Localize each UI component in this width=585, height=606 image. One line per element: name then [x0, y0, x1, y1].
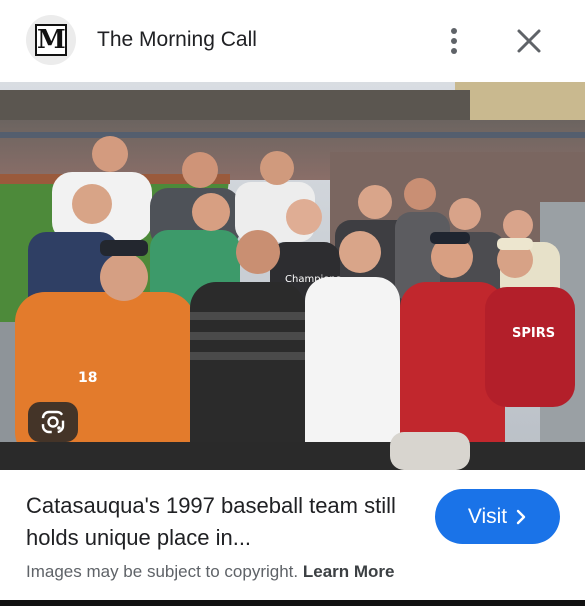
article-title[interactable]: Catasauqua's 1997 baseball team still ho… [26, 490, 426, 554]
shirt-text-left: 18 [78, 370, 97, 386]
team-photo[interactable]: Champions 18 SPIRS [0, 82, 585, 470]
close-icon[interactable] [512, 24, 546, 58]
lens-icon [41, 410, 65, 434]
learn-more-link[interactable]: Learn More [303, 562, 395, 581]
copyright-notice: Images may be subject to copyright. Lear… [26, 562, 395, 582]
google-lens-button[interactable] [28, 402, 78, 442]
copyright-text: Images may be subject to copyright. [26, 562, 299, 581]
shirt-text-right: SPIRS [512, 326, 555, 341]
site-name[interactable]: The Morning Call [97, 28, 257, 52]
bottom-edge [0, 600, 585, 606]
logo-letter: M [35, 24, 67, 56]
chevron-right-icon [516, 509, 526, 524]
top-bar: M The Morning Call [0, 0, 585, 82]
site-logo[interactable]: M [26, 15, 76, 65]
visit-button[interactable]: Visit [435, 489, 560, 544]
team-photo-illustration: Champions 18 SPIRS [0, 82, 585, 470]
more-vert-icon[interactable] [442, 24, 466, 58]
visit-label: Visit [467, 504, 508, 528]
